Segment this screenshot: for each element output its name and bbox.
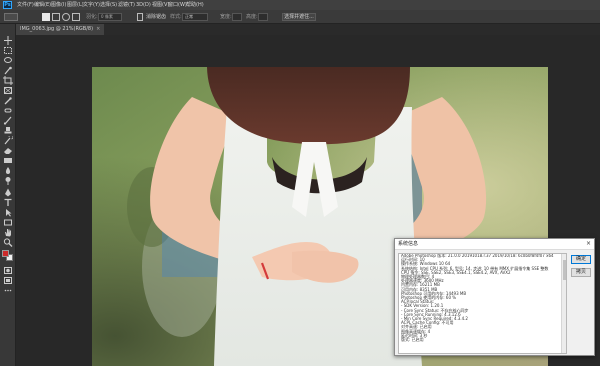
dodge-icon[interactable] (3, 176, 13, 185)
feather-field[interactable]: 0 像素 (98, 13, 122, 21)
foreground-color-swatch[interactable] (2, 250, 9, 257)
eraser-icon[interactable] (3, 146, 13, 155)
type-icon[interactable] (3, 198, 13, 207)
hand-icon[interactable] (3, 228, 13, 237)
width-label: 宽度: (220, 14, 232, 20)
brush-icon[interactable] (3, 116, 13, 125)
menu-edit[interactable]: 编辑(E) (34, 1, 51, 9)
select-and-mask-button[interactable]: 选择并遮住... (282, 13, 316, 21)
photoshop-logo: Ps (3, 1, 12, 9)
lasso-icon[interactable] (3, 56, 13, 65)
blur-icon[interactable] (3, 166, 13, 175)
gradient-icon[interactable] (3, 156, 13, 165)
height-field[interactable] (258, 13, 268, 21)
rectangle-icon[interactable] (3, 218, 13, 227)
crop-icon[interactable] (3, 76, 13, 85)
style-label: 样式: (170, 14, 182, 20)
menu-type[interactable]: 文字(Y) (83, 1, 100, 9)
quick-select-icon[interactable] (3, 66, 13, 75)
menu-help[interactable]: 帮助(H) (186, 1, 204, 9)
pen-icon[interactable] (3, 188, 13, 197)
dialog-title-bar[interactable]: 系统信息 × (395, 239, 594, 250)
marquee-icon[interactable] (3, 46, 13, 55)
close-icon[interactable]: × (586, 240, 591, 248)
eyedropper-icon[interactable] (3, 96, 13, 105)
healing-icon[interactable] (3, 106, 13, 115)
quick-mask-icon[interactable] (3, 266, 13, 275)
menu-file[interactable]: 文件(F) (17, 1, 34, 9)
menu-view[interactable]: 视图(V) (152, 1, 169, 9)
height-label: 高度: (246, 14, 258, 20)
antialias-checkbox[interactable] (137, 13, 143, 21)
dialog-title: 系统信息 (398, 241, 419, 247)
path-select-icon[interactable] (3, 208, 13, 217)
feather-value: 0 像素 (101, 14, 113, 19)
menu-window[interactable]: 窗口(W) (168, 1, 187, 9)
subtract-selection-icon[interactable] (62, 13, 70, 21)
antialias-label: 消除锯齿 (146, 14, 167, 20)
copy-button[interactable]: 拷贝 (571, 268, 591, 277)
zoom-icon[interactable] (3, 238, 13, 247)
scroll-thumb[interactable] (563, 260, 566, 280)
style-select[interactable]: 正常 (182, 13, 208, 21)
document-tab-title: IMG_0063.jpg @ 21%(RGB/8) (20, 26, 94, 32)
tool-preset-picker[interactable] (4, 13, 18, 21)
info-line: 版式: 已启用 (401, 337, 424, 343)
info-scrollbar[interactable] (561, 254, 566, 353)
tools-panel (0, 24, 16, 366)
style-value: 正常 (185, 14, 193, 19)
width-field[interactable] (232, 13, 242, 21)
edit-toolbar-icon[interactable] (3, 286, 13, 295)
options-bar: 羽化: 0 像素 消除锯齿 样式: 正常 宽度: 高度: 选择并遮住... (0, 10, 600, 24)
document-tab[interactable]: IMG_0063.jpg @ 21%(RGB/8) × (16, 24, 105, 35)
move-icon[interactable] (3, 36, 13, 45)
menu-image[interactable]: 图像(I) (51, 1, 66, 9)
tab-close-icon[interactable]: × (96, 26, 100, 32)
menu-select[interactable]: 选择(S) (100, 1, 117, 9)
menu-bar: Ps 文件(F) 编辑(E) 图像(I) 图层(L) 文字(Y) 选择(S) 滤… (0, 0, 600, 10)
menu-layer[interactable]: 图层(L) (67, 1, 84, 9)
frame-icon[interactable] (3, 86, 13, 95)
intersect-selection-icon[interactable] (72, 13, 80, 21)
add-selection-icon[interactable] (52, 13, 60, 21)
history-brush-icon[interactable] (3, 136, 13, 145)
new-selection-icon[interactable] (42, 13, 50, 21)
screen-mode-icon[interactable] (3, 276, 13, 285)
system-info-dialog: 系统信息 × Adobe Photoshop 版本: 21.0.0 201910… (394, 238, 595, 356)
feather-label: 羽化: (86, 14, 98, 20)
menu-3d[interactable]: 3D(D) (136, 1, 151, 9)
menu-filter[interactable]: 滤镜(T) (118, 1, 135, 9)
document-tab-bar: IMG_0063.jpg @ 21%(RGB/8) × (16, 24, 600, 35)
clone-stamp-icon[interactable] (3, 126, 13, 135)
system-info-text[interactable]: Adobe Photoshop 版本: 21.0.0 20191018.r.37… (398, 253, 567, 354)
ok-button[interactable]: 确定 (571, 255, 591, 264)
